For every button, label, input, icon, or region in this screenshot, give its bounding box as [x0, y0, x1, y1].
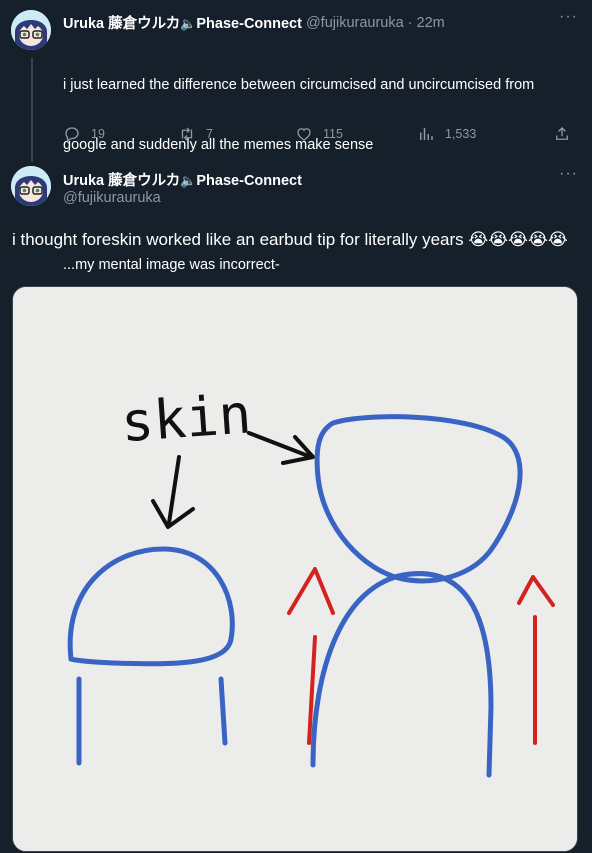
avatar[interactable]	[11, 10, 51, 50]
tweet-text-line: i just learned the difference between ci…	[63, 77, 535, 93]
reply-tweet-header: Uruka 藤倉ウルカ🔈Phase-Connect @fujikurauruka…	[63, 12, 445, 33]
tweet-actions: 19 7 115 1,533	[63, 124, 577, 144]
reply-button[interactable]: 19	[63, 125, 105, 143]
views-button[interactable]: 1,533	[417, 125, 476, 143]
drawing-image: skin	[13, 287, 577, 851]
display-name[interactable]: Uruka 藤倉ウルカ🔈Phase-Connect	[63, 12, 302, 33]
thread-connector-line	[31, 58, 33, 162]
user-handle[interactable]: @fujikurauruka	[306, 15, 404, 31]
more-icon[interactable]: ···	[559, 8, 578, 26]
main-tweet-handle-row: @fujikurauruka	[63, 190, 161, 206]
separator-dot: ·	[407, 14, 413, 31]
reply-count: 19	[91, 127, 105, 141]
like-count: 115	[323, 127, 343, 141]
retweet-button[interactable]: 7	[178, 125, 213, 143]
share-icon	[556, 127, 568, 140]
reply-tweet-text: i just learned the difference between ci…	[63, 35, 583, 295]
view-count: 1,533	[445, 127, 477, 141]
retweet-count: 7	[206, 127, 213, 141]
speaker-icon: 🔈	[180, 173, 197, 188]
more-icon[interactable]: ···	[559, 165, 578, 183]
avatar-image	[11, 166, 51, 206]
speaker-icon: 🔈	[180, 16, 197, 31]
avatar-image	[11, 10, 51, 50]
heart-icon	[297, 128, 311, 141]
like-button[interactable]: 115	[295, 125, 343, 143]
timestamp[interactable]: 22m	[417, 15, 445, 31]
reply-icon	[65, 127, 79, 142]
tweet-text-line: ...my mental image was incorrect-	[63, 257, 280, 273]
retweet-icon	[181, 127, 193, 141]
user-handle[interactable]: @fujikurauruka	[63, 190, 161, 206]
main-tweet-text: i thought foreskin worked like an earbud…	[12, 227, 582, 252]
drawing-label: skin	[119, 382, 253, 454]
share-button[interactable]	[553, 125, 571, 143]
display-name[interactable]: Uruka 藤倉ウルカ🔈Phase-Connect	[63, 169, 302, 190]
main-tweet-header: Uruka 藤倉ウルカ🔈Phase-Connect	[63, 169, 302, 190]
tweet-text: i thought foreskin worked like an earbud…	[12, 230, 464, 249]
views-icon	[420, 128, 433, 140]
avatar[interactable]	[11, 166, 51, 206]
tweet-image[interactable]: skin	[12, 286, 578, 852]
crying-emoji-icon: 😭😭😭😭😭	[468, 230, 568, 249]
